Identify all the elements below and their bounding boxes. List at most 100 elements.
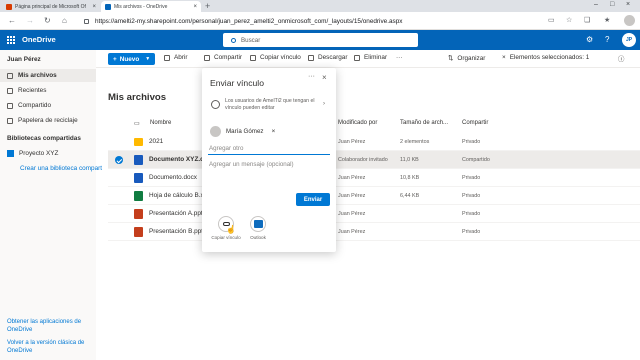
share-button[interactable]: Compartir: [204, 54, 242, 61]
file-name[interactable]: 2021: [149, 138, 163, 145]
open-label: Abrir: [174, 54, 188, 61]
forward-icon[interactable]: →: [26, 16, 34, 25]
app-launcher-icon[interactable]: [7, 36, 15, 44]
sharing-status: Privado: [462, 229, 481, 235]
open-icon: [164, 54, 170, 61]
app-brand[interactable]: OneDrive: [22, 35, 56, 44]
nav-item-shared[interactable]: Compartido: [0, 99, 96, 112]
download-button[interactable]: Descargar: [308, 54, 347, 61]
search-icon: [231, 37, 236, 43]
close-tab-icon[interactable]: ×: [92, 4, 96, 10]
settings-gear-icon[interactable]: ⚙: [586, 35, 593, 44]
app-header: OneDrive Buscar ⚙ ? JP: [0, 30, 640, 50]
collections-icon[interactable]: ❏: [584, 16, 590, 24]
chevron-down-icon: ▼: [145, 56, 151, 62]
search-placeholder: Buscar: [241, 36, 261, 44]
user-name: Juan Pérez: [7, 56, 41, 63]
send-button[interactable]: Enviar: [296, 193, 330, 206]
copy-link-button[interactable]: Copiar vínculo: [250, 54, 301, 61]
sharing-status: Privado: [462, 175, 481, 181]
file-name[interactable]: Presentación A.pptx: [149, 210, 206, 217]
new-tab-button[interactable]: +: [205, 1, 210, 11]
library-label: Proyecto XYZ: [19, 150, 59, 157]
selection-count-label: Elementos seleccionados: 1: [509, 54, 590, 61]
file-name[interactable]: Presentación B.pptx: [149, 228, 206, 235]
library-item-proyecto-xyz[interactable]: Proyecto XYZ: [7, 150, 58, 157]
browser-tab-office[interactable]: Página principal de Microsoft Of ×: [2, 1, 100, 12]
nav-item-label: Compartido: [18, 102, 52, 109]
table-row[interactable]: Presentación A.pptx Juan Pérez Privado: [108, 205, 640, 223]
add-recipient-input[interactable]: [208, 143, 330, 155]
people-icon: [7, 102, 13, 109]
file-type-column-icon[interactable]: ▭: [134, 120, 140, 127]
close-icon[interactable]: ×: [322, 73, 327, 82]
address-bar[interactable]: https://amelti2-my.sharepoint.com/person…: [84, 15, 514, 27]
get-apps-link[interactable]: Obtener las aplicaciones de OneDrive: [7, 318, 93, 334]
home-icon[interactable]: ⌂: [62, 16, 67, 25]
sharing-status: Privado: [462, 139, 481, 145]
minimize-icon[interactable]: –: [594, 1, 598, 8]
page-title: Mis archivos: [108, 92, 167, 103]
share-icon: [204, 54, 210, 61]
file-name[interactable]: Documento.docx: [149, 174, 197, 181]
message-input[interactable]: [208, 160, 330, 188]
table-row[interactable]: Documento.docx Juan Pérez 10,8 KB Privad…: [108, 169, 640, 187]
create-library-link[interactable]: Crear una biblioteca compart: [20, 165, 102, 172]
onedrive-favicon-icon: [105, 3, 111, 10]
outlook-option[interactable]: Outlook: [243, 216, 273, 240]
open-button[interactable]: Abrir: [164, 54, 188, 61]
word-file-icon: [134, 155, 143, 165]
url-text: https://amelti2-my.sharepoint.com/person…: [95, 17, 403, 25]
refresh-icon[interactable]: ↻: [44, 16, 51, 25]
tab-title: Página principal de Microsoft Of: [15, 3, 86, 10]
dialog-title: Enviar vínculo: [210, 78, 264, 88]
modified-by: Juan Pérez: [338, 175, 366, 181]
share-label: Compartir: [214, 54, 243, 61]
modified-by: Juan Pérez: [338, 229, 366, 235]
column-header-size[interactable]: Tamaño de arch...: [400, 120, 448, 126]
user-avatar[interactable]: JP: [622, 33, 636, 47]
maximize-icon[interactable]: □: [610, 1, 614, 8]
favorite-star-icon[interactable]: ☆: [566, 16, 572, 24]
close-window-icon[interactable]: ×: [626, 1, 630, 8]
table-row[interactable]: Hoja de cálculo B.xlsx Juan Pérez 6,44 K…: [108, 187, 640, 205]
search-box[interactable]: Buscar: [223, 33, 418, 47]
download-icon: [308, 54, 314, 61]
close-tab-icon[interactable]: ×: [193, 4, 197, 10]
nav-item-label: Mis archivos: [18, 72, 57, 79]
more-button[interactable]: ···: [396, 54, 402, 61]
table-row[interactable]: Documento XYZ.docx Colaborador invitado …: [108, 151, 640, 169]
row-checkbox[interactable]: [115, 156, 123, 164]
link-icon: [250, 54, 256, 61]
nav-item-recent[interactable]: Recientes: [0, 84, 96, 97]
column-header-name[interactable]: Nombre: [150, 120, 171, 126]
link-permission-setting[interactable]: Los usuarios de AmelTi2 que tengan el ví…: [208, 98, 330, 118]
sort-icon: ⇅: [448, 55, 454, 62]
nav-item-my-files[interactable]: Mis archivos: [0, 69, 96, 82]
column-header-modified-by[interactable]: Modificado por: [338, 120, 377, 126]
browser-tab-onedrive[interactable]: Mis archivos - OneDrive ×: [101, 1, 201, 12]
selection-count-button[interactable]: × Elementos seleccionados: 1: [502, 54, 589, 61]
clock-icon: [7, 87, 13, 94]
nav-item-label: Recientes: [18, 87, 47, 94]
back-icon[interactable]: ←: [8, 16, 16, 25]
word-file-icon: [134, 173, 143, 183]
table-row[interactable]: 2021 Juan Pérez 2 elementos Privado: [108, 133, 640, 151]
delete-button[interactable]: Eliminar: [354, 54, 387, 61]
table-row[interactable]: Presentación B.pptx Juan Pérez Privado: [108, 223, 640, 241]
globe-icon: [211, 100, 220, 109]
nav-item-recycle-bin[interactable]: Papelera de reciclaje: [0, 114, 96, 127]
help-icon[interactable]: ?: [605, 35, 609, 44]
new-button[interactable]: + Nuevo ▼: [108, 53, 155, 65]
more-options-icon[interactable]: ···: [308, 73, 315, 80]
send-link-dialog: Enviar vínculo ··· × Los usuarios de Ame…: [202, 68, 336, 252]
sort-button[interactable]: ⇅ Organizar: [448, 54, 485, 63]
favorites-icon[interactable]: ★: [604, 16, 610, 24]
info-icon[interactable]: ⓘ: [618, 54, 624, 63]
browser-profile-avatar[interactable]: [624, 15, 635, 26]
browser-tab-bar: Página principal de Microsoft Of × Mis a…: [0, 0, 640, 12]
column-header-sharing[interactable]: Compartir: [462, 120, 488, 126]
reading-view-icon[interactable]: ▭: [548, 16, 555, 24]
remove-recipient-icon[interactable]: ×: [271, 128, 275, 135]
classic-view-link[interactable]: Volver a la versión clásica de OneDrive: [7, 339, 93, 355]
